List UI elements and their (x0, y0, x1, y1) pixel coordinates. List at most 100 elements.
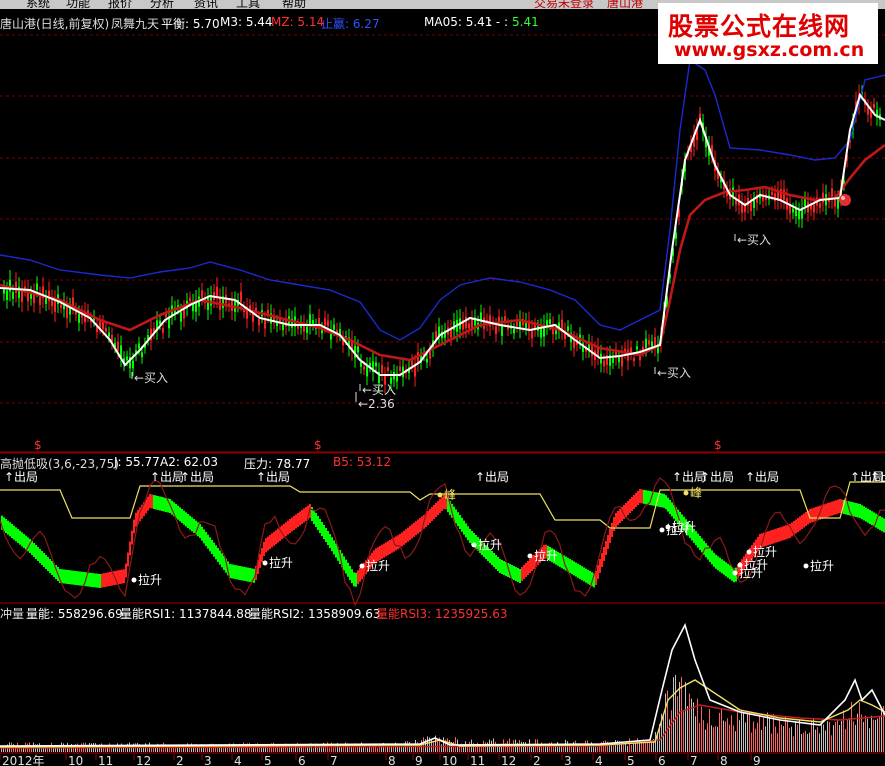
exit-signal-label: ↑出局 (870, 470, 885, 484)
volume-bar (753, 721, 754, 752)
panel3-rsi2: 量能RSI2: 1358909.63 (249, 607, 381, 621)
volume-bar (751, 732, 752, 752)
dollar-marker: $ (314, 438, 322, 452)
volume-bar (673, 677, 674, 752)
volume-bar (615, 740, 616, 752)
signal-ball (839, 194, 851, 206)
volume-bar (441, 744, 442, 752)
volume-bar (645, 742, 646, 752)
candle (873, 103, 875, 108)
time-axis-label: 5 (627, 754, 635, 766)
lift-signal-dot (262, 560, 268, 566)
exit-signal-label: ↑出局 (256, 470, 290, 484)
buy-annotation: ←买入 (737, 233, 771, 247)
candle (249, 305, 251, 310)
volume-bar (725, 721, 726, 752)
time-axis-label: 9 (753, 754, 761, 766)
lift-signal-label: 拉升 (269, 555, 293, 570)
candle (621, 355, 623, 367)
time-axis-label: 2 (533, 754, 541, 766)
volume-bar (865, 715, 866, 752)
volume-bar (351, 747, 352, 752)
volume-bar (775, 726, 776, 752)
volume-bar (745, 722, 746, 752)
lift-signal-dot (527, 553, 533, 559)
candle (6, 290, 8, 301)
candle (306, 326, 308, 333)
volume-bar (341, 746, 342, 752)
volume-bar (711, 725, 712, 752)
volume-bar (747, 711, 748, 752)
candle (99, 321, 101, 328)
volume-bar (789, 728, 790, 752)
volume-bar (809, 732, 810, 752)
time-axis-label: 4 (595, 754, 603, 766)
buy-annotation: ←买入 (657, 366, 691, 380)
volume-bar (701, 706, 702, 752)
candle (783, 189, 785, 201)
candle (555, 330, 557, 334)
volume-bar (785, 716, 786, 752)
volume-bar (835, 722, 836, 752)
volume-bar (817, 727, 818, 752)
candle (312, 320, 314, 325)
volume-bar (431, 739, 432, 752)
lift-signal-dot (131, 577, 137, 583)
volume-bar (635, 743, 636, 752)
stock-chart-canvas: ←买入←买入←买入←买入←2.36$ $ $↑出局 ↑出局↑出局 ↑出局 ↑出局 ↑出局↑出… (0, 34, 885, 766)
volume-bar (821, 724, 822, 752)
panel3-volume: 量能: 558296.69 (26, 607, 123, 621)
volume-bar (811, 720, 812, 752)
candle (429, 350, 431, 359)
volume-bar (741, 710, 742, 752)
time-axis-label: 11 (98, 754, 113, 766)
candle (54, 299, 56, 312)
candle (39, 295, 41, 305)
volume-bar (287, 747, 288, 752)
time-axis-label: 8 (388, 754, 396, 766)
low-price-label: ←2.36 (358, 397, 395, 411)
candle (813, 204, 815, 213)
candle (117, 341, 119, 351)
volume-bar (779, 720, 780, 752)
volume-bar (849, 718, 850, 752)
lift-signal-label: 拉升 (138, 572, 162, 587)
volume-bar (731, 715, 732, 752)
volume-bar (863, 721, 864, 752)
candle (804, 198, 806, 207)
candle (549, 319, 551, 324)
volume-bar (597, 746, 598, 752)
volume-bar (719, 712, 720, 752)
candle (411, 360, 413, 366)
candle (282, 324, 284, 330)
candle (327, 320, 329, 327)
candle (180, 312, 182, 322)
candle (366, 366, 368, 377)
volume-bar (739, 720, 740, 752)
volume-bar (777, 733, 778, 752)
candle (645, 338, 647, 348)
lift-signal-label: 拉升 (810, 558, 834, 573)
candle (381, 365, 383, 374)
volume-bar (613, 745, 614, 752)
candle (603, 360, 605, 367)
volume-bar (827, 721, 828, 752)
volume-bar (705, 729, 706, 752)
candle (375, 362, 377, 367)
time-axis-label: 5 (264, 754, 272, 766)
candle (651, 341, 653, 347)
candle (264, 319, 266, 329)
volume-bar (871, 715, 872, 752)
volume-bar (763, 717, 764, 752)
candle (774, 193, 776, 202)
candle (132, 360, 134, 369)
volume-bar (791, 726, 792, 752)
volume-bar (831, 735, 832, 752)
volume-bar (801, 734, 802, 752)
time-axis-label: 9 (415, 754, 423, 766)
candle (504, 316, 506, 322)
volume-bar (579, 746, 580, 752)
panel2-b5: B5: 53.12 (333, 455, 392, 469)
volume-bar (861, 714, 862, 752)
volume-bar (825, 730, 826, 752)
